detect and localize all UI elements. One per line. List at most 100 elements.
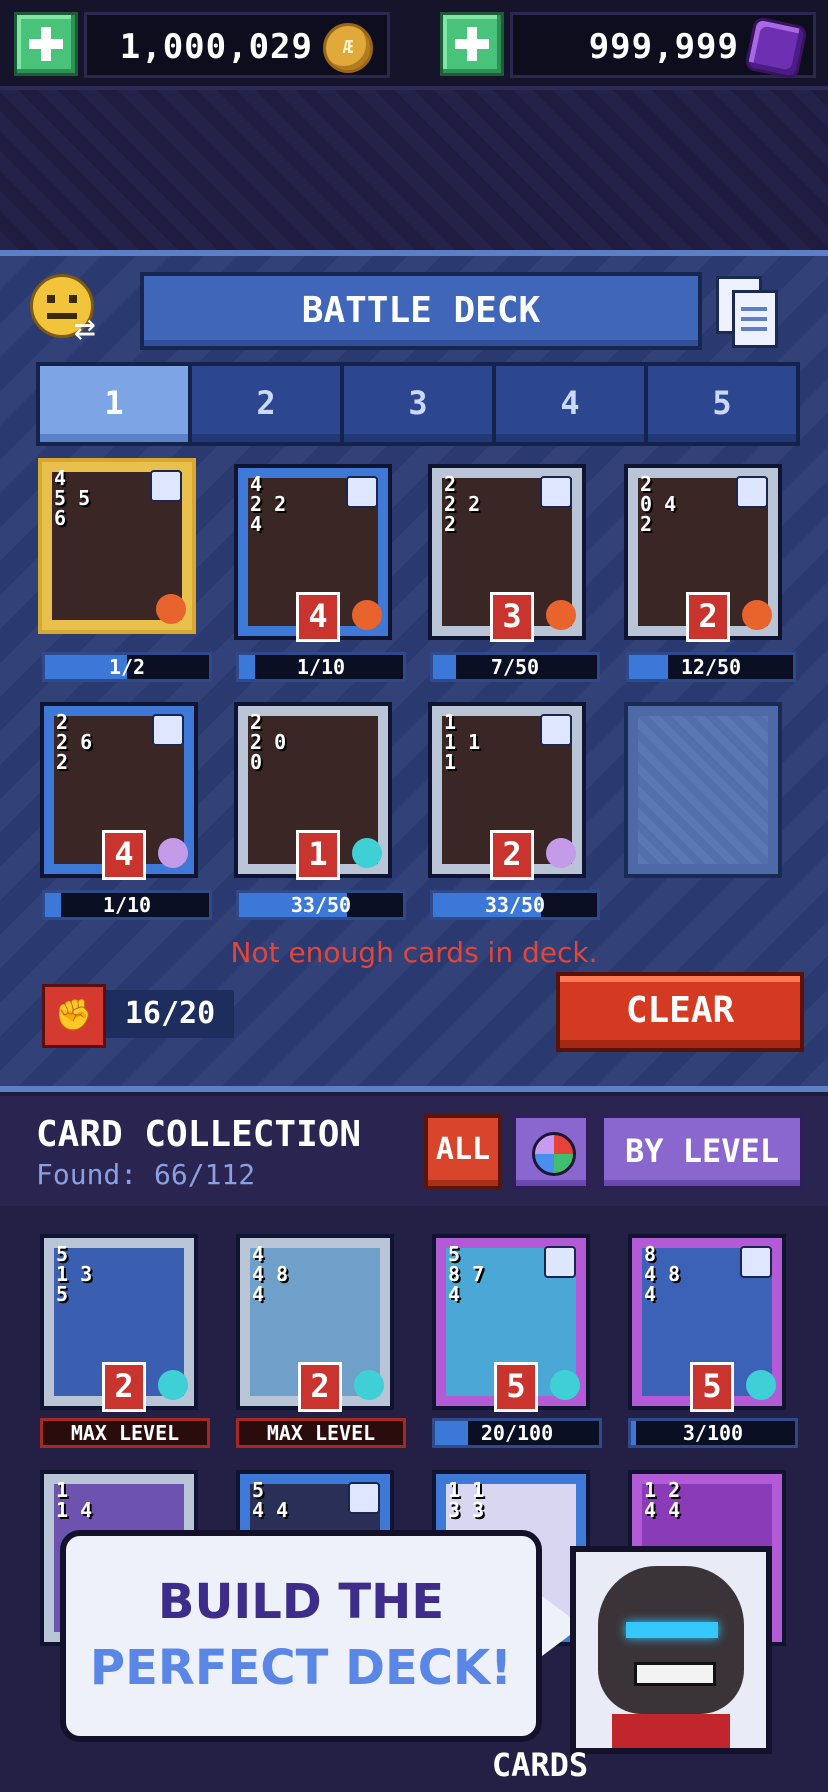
tab-cards[interactable]: CARDS bbox=[480, 1746, 600, 1792]
card-progress-bar: 33/50 bbox=[430, 890, 600, 920]
swap-emote-button[interactable]: ⇄ bbox=[26, 270, 130, 350]
element-filter-button[interactable] bbox=[512, 1114, 590, 1190]
card-progress-bar: 1/2 bbox=[42, 652, 212, 682]
card-cost: 4 bbox=[296, 592, 340, 642]
collection-title: CARD COLLECTION bbox=[36, 1114, 362, 1155]
card-cost: 4 bbox=[102, 830, 146, 880]
card-stats: 4 5 5 6 bbox=[54, 466, 91, 530]
card-type-icon bbox=[346, 476, 378, 508]
card-progress-bar: 20/100 bbox=[432, 1418, 602, 1448]
progress-text: 20/100 bbox=[480, 1421, 554, 1445]
card-cost: 2 bbox=[298, 1362, 342, 1412]
card-cost: 2 bbox=[102, 1362, 146, 1412]
deck-card-3[interactable]: 2 2 2 2 3 bbox=[428, 464, 586, 642]
card-cost: 2 bbox=[686, 592, 730, 642]
card-cost: 2 bbox=[490, 830, 534, 880]
fist-icon: ✊ bbox=[42, 984, 106, 1048]
card-progress-bar: MAX LEVEL bbox=[40, 1418, 210, 1448]
progress-text: 33/50 bbox=[484, 893, 546, 917]
tab-label: 5 bbox=[712, 384, 732, 422]
tab-deck-2[interactable]: 2 bbox=[188, 362, 344, 446]
add-coins-button[interactable] bbox=[14, 12, 78, 76]
card-stats: 2 0 4 2 bbox=[640, 472, 677, 536]
deck-card-1[interactable]: 4 5 5 6 bbox=[38, 458, 196, 634]
card-stats: 2 2 0 0 bbox=[250, 710, 287, 774]
filter-all-button[interactable]: ALL bbox=[424, 1114, 502, 1190]
card-type-icon bbox=[544, 1246, 576, 1278]
card-stats: 5 1 3 5 bbox=[56, 1242, 93, 1306]
water-element-icon bbox=[158, 1370, 188, 1400]
card-progress-bar: 12/50 bbox=[626, 652, 796, 682]
tab-deck-1[interactable]: 1 bbox=[36, 362, 192, 446]
wind-element-icon bbox=[546, 838, 576, 868]
promo-line-1: BUILD THE bbox=[157, 1574, 445, 1630]
card-progress-bar: 1/10 bbox=[236, 652, 406, 682]
card-stats: 1 1 1 1 bbox=[444, 710, 481, 774]
card-cost: 1 bbox=[296, 830, 340, 880]
clear-button[interactable]: CLEAR bbox=[556, 972, 804, 1052]
tab-label: 1 bbox=[104, 384, 124, 422]
collection-header: CARD COLLECTION Found: 66/112 ALL BY LEV… bbox=[0, 1096, 828, 1206]
fire-element-icon bbox=[742, 600, 772, 630]
card-type-icon bbox=[540, 476, 572, 508]
add-gems-button[interactable] bbox=[440, 12, 504, 76]
card-progress-bar: 3/100 bbox=[628, 1418, 798, 1448]
card-type-icon bbox=[152, 714, 184, 746]
character-grin bbox=[634, 1662, 716, 1686]
card-type-icon bbox=[740, 1246, 772, 1278]
wind-element-icon bbox=[158, 838, 188, 868]
collection-card[interactable]: 5 1 3 5 2 bbox=[40, 1234, 198, 1412]
sort-label: BY LEVEL bbox=[624, 1132, 780, 1170]
deck-card-7[interactable]: 1 1 1 1 2 bbox=[428, 702, 586, 880]
copy-icon-sheet bbox=[732, 290, 778, 348]
card-progress-bar: MAX LEVEL bbox=[236, 1418, 406, 1448]
clear-label: CLEAR bbox=[625, 990, 735, 1031]
character-head bbox=[598, 1566, 744, 1714]
promo-line-2: PERFECT DECK! bbox=[89, 1640, 513, 1696]
deck-power-value: 16/20 bbox=[106, 990, 234, 1038]
collection-card[interactable]: 8 4 8 4 5 bbox=[628, 1234, 786, 1412]
character-visor bbox=[626, 1622, 718, 1638]
collection-card[interactable]: 4 4 8 4 2 bbox=[236, 1234, 394, 1412]
coin-amount: 1,000,029 bbox=[119, 27, 313, 67]
deck-title-bar: BATTLE DECK bbox=[140, 272, 702, 350]
empty-deck-slot[interactable] bbox=[624, 702, 782, 878]
sort-by-level-button[interactable]: BY LEVEL bbox=[600, 1114, 804, 1190]
deck-card-5[interactable]: 2 2 6 2 4 bbox=[40, 702, 198, 880]
deck-tabs: 1 2 3 4 5 bbox=[36, 362, 800, 446]
deck-card-6[interactable]: 2 2 0 0 1 bbox=[234, 702, 392, 880]
progress-text: 1/2 bbox=[108, 655, 146, 679]
empty-slot-fill bbox=[638, 716, 768, 864]
swap-arrows-icon: ⇄ bbox=[74, 308, 96, 349]
collection-card[interactable]: 5 8 7 4 5 bbox=[432, 1234, 590, 1412]
card-stats: 8 4 8 4 bbox=[644, 1242, 681, 1306]
character-scarf bbox=[612, 1714, 730, 1748]
card-stats: 5 4 4 bbox=[252, 1478, 289, 1522]
progress-text: 12/50 bbox=[680, 655, 742, 679]
water-element-icon bbox=[746, 1370, 776, 1400]
deck-card-2[interactable]: 4 2 2 4 4 bbox=[234, 464, 392, 642]
card-type-icon bbox=[540, 714, 572, 746]
progress-text: MAX LEVEL bbox=[70, 1421, 180, 1445]
progress-text: 3/100 bbox=[682, 1421, 744, 1445]
gem-icon bbox=[743, 15, 809, 81]
tab-deck-3[interactable]: 3 bbox=[340, 362, 496, 446]
water-element-icon bbox=[354, 1370, 384, 1400]
promo-speech-bubble: BUILD THE PERFECT DECK! bbox=[60, 1530, 582, 1742]
card-progress-bar: 33/50 bbox=[236, 890, 406, 920]
deck-card-4[interactable]: 2 0 4 2 2 bbox=[624, 464, 782, 642]
filter-all-label: ALL bbox=[435, 1132, 491, 1167]
card-stats: 4 2 2 4 bbox=[250, 472, 287, 536]
card-type-icon bbox=[150, 470, 182, 502]
tab-deck-5[interactable]: 5 bbox=[644, 362, 800, 446]
copy-deck-button[interactable] bbox=[714, 276, 778, 348]
tab-deck-4[interactable]: 4 bbox=[492, 362, 648, 446]
coin-icon: Æ bbox=[323, 23, 373, 73]
character-portrait bbox=[570, 1546, 772, 1754]
deck-power: ✊ 16/20 bbox=[42, 984, 234, 1048]
card-type-icon bbox=[348, 1482, 380, 1514]
tab-label: 4 bbox=[560, 384, 580, 422]
progress-text: 33/50 bbox=[290, 893, 352, 917]
card-stats: 4 4 8 4 bbox=[252, 1242, 289, 1306]
tab-label: 3 bbox=[408, 384, 428, 422]
